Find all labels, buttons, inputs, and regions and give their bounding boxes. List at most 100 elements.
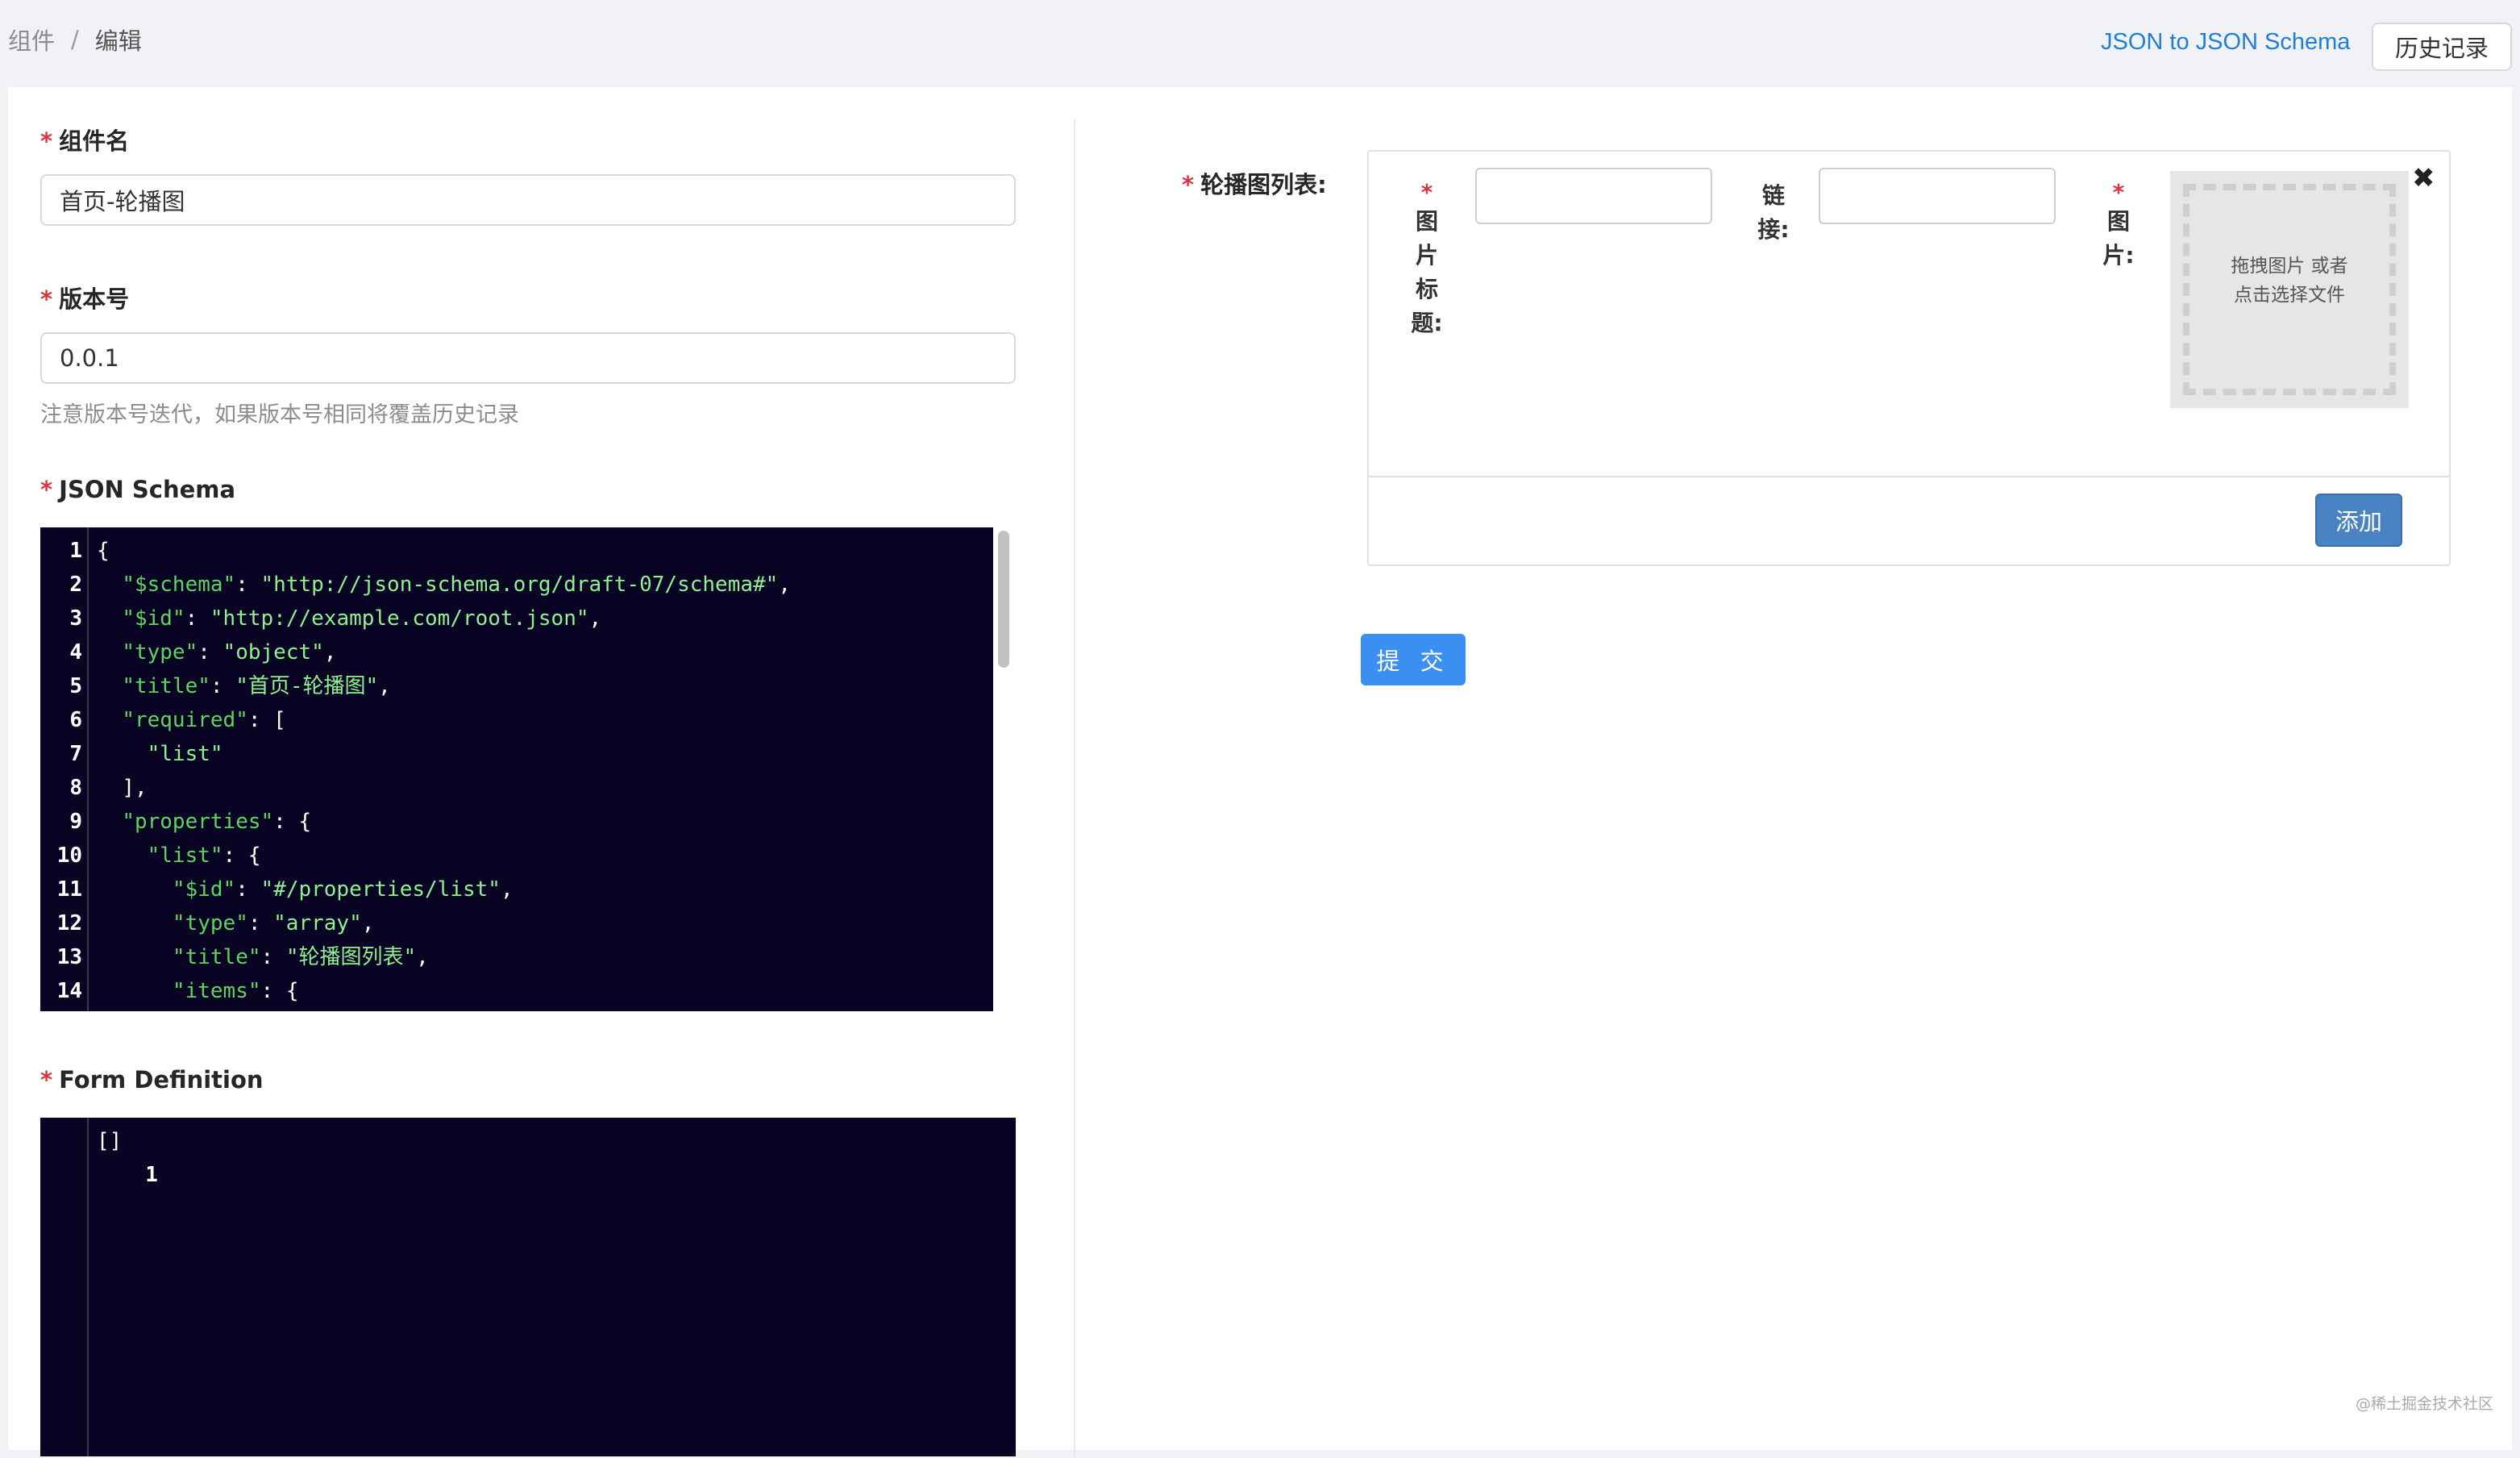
code-colon: : xyxy=(210,674,236,698)
version-input[interactable] xyxy=(40,332,1016,384)
code-punctuation: , xyxy=(361,911,375,935)
breadcrumb-parent[interactable]: 组件 xyxy=(8,23,55,56)
form-definition-editor[interactable]: 1 [] xyxy=(40,1118,1016,1456)
history-button[interactable]: 历史记录 xyxy=(2372,23,2512,71)
add-button[interactable]: 添加 xyxy=(2315,494,2402,547)
line-number: 4 xyxy=(69,640,82,664)
json-schema-editor[interactable]: 1{2 "$schema": "http://json-schema.org/d… xyxy=(40,527,1016,1011)
image-title-label-char: 标 xyxy=(1415,276,1438,302)
image-title-input[interactable] xyxy=(1475,168,1712,224)
code-line: 5 "title": "首页-轮播图", xyxy=(40,669,390,703)
code-value: "object" xyxy=(222,640,324,664)
code-colon: : xyxy=(222,844,248,868)
image-label-char: 图 xyxy=(2106,208,2130,235)
line-number: 6 xyxy=(69,708,82,732)
form-definition-label: * Form Definition xyxy=(40,1066,264,1094)
component-name-label: * 组件名 xyxy=(40,123,129,156)
code-key: "$id" xyxy=(122,606,185,631)
code-punctuation: , xyxy=(323,640,337,664)
dropzone-text-line1: 拖拽图片 或者 xyxy=(2231,256,2348,277)
json-to-schema-link[interactable]: JSON to JSON Schema xyxy=(2101,29,2350,56)
code-text: "list": { xyxy=(97,839,261,873)
code-punctuation: , xyxy=(500,877,514,902)
line-number: 9 xyxy=(69,810,82,834)
code-value: "list" xyxy=(147,742,223,766)
code-text: { xyxy=(97,534,110,568)
code-punctuation: , xyxy=(416,945,429,969)
code-punctuation: , xyxy=(588,606,602,631)
code-key: "$id" xyxy=(172,877,236,902)
required-mark: * xyxy=(40,476,53,503)
line-number: 12 xyxy=(56,911,82,935)
code-line: 9 "properties": { xyxy=(40,805,311,839)
code-punctuation: , xyxy=(778,573,791,597)
code-line: 10 "list": { xyxy=(40,839,261,873)
required-mark: * xyxy=(2112,179,2125,206)
code-colon: : xyxy=(235,877,261,902)
code-line: 7 "list" xyxy=(40,737,222,771)
required-mark: * xyxy=(40,1066,53,1094)
image-title-label-char: 题: xyxy=(1411,310,1443,336)
code-colon: : xyxy=(260,979,286,1003)
json-schema-label-text: JSON Schema xyxy=(59,476,236,503)
code-text: "title": "轮播图列表", xyxy=(97,940,429,974)
code-line: 1 [] xyxy=(40,1124,158,1187)
close-icon[interactable]: ✖ xyxy=(2412,165,2435,192)
code-colon: : xyxy=(247,708,274,732)
code-line: 6 "required": [ xyxy=(40,703,285,737)
main-panel: *组件名 *版本号 注意版本号迭代，如果版本号相同将覆盖历史记录 *JSON S… xyxy=(8,87,2512,1458)
line-number: 8 xyxy=(69,776,82,800)
line-number: 3 xyxy=(69,606,82,631)
version-hint: 注意版本号迭代，如果版本号相同将覆盖历史记录 xyxy=(40,402,519,427)
code-text: "type": "object", xyxy=(97,635,336,669)
code-line: 3 "$id": "http://example.com/root.json", xyxy=(40,602,601,635)
list-box-divider xyxy=(1369,476,2449,477)
code-punctuation: , xyxy=(378,674,391,698)
editor-scrollbar-thumb[interactable] xyxy=(998,531,1009,668)
component-name-label-text: 组件名 xyxy=(59,127,130,155)
code-text: "type": "array", xyxy=(97,906,374,940)
code-key: "title" xyxy=(172,945,261,969)
required-mark: * xyxy=(40,285,53,313)
code-value: "http://example.com/root.json" xyxy=(210,606,589,631)
line-number: 14 xyxy=(56,979,82,1003)
code-punctuation: { xyxy=(97,539,110,563)
dropzone-text-line2: 点击选择文件 xyxy=(2234,285,2345,306)
code-text: ], xyxy=(97,771,147,805)
carousel-list-label: * 轮播图列表: xyxy=(1182,166,1327,200)
component-name-input[interactable] xyxy=(40,174,1016,226)
code-key: "title" xyxy=(122,674,210,698)
line-number: 1 xyxy=(145,1163,158,1187)
dropzone-text: 拖拽图片 或者 点击选择文件 xyxy=(2170,252,2409,310)
code-value: "首页-轮播图" xyxy=(235,674,379,698)
code-key: "type" xyxy=(122,640,198,664)
link-input[interactable] xyxy=(1819,168,2056,224)
code-text: "$schema": "http://json-schema.org/draft… xyxy=(97,568,791,602)
code-line: 1{ xyxy=(40,534,109,568)
code-colon: : xyxy=(198,640,223,664)
json-schema-label: * JSON Schema xyxy=(40,476,235,503)
image-title-label: * 图 片 标 题: xyxy=(1411,181,1443,340)
submit-button[interactable]: 提 交 xyxy=(1361,634,1466,685)
code-punctuation: { xyxy=(298,810,312,834)
line-number: 7 xyxy=(69,742,82,766)
required-mark: * xyxy=(1182,171,1195,198)
watermark: @稀土掘金技术社区 xyxy=(2356,1395,2494,1413)
code-key: "items" xyxy=(172,979,261,1003)
code-line: 12 "type": "array", xyxy=(40,906,375,940)
code-line: 14 "items": { xyxy=(40,974,299,1008)
link-label: 链 接: xyxy=(1757,179,1790,247)
code-key: "required" xyxy=(122,708,248,732)
code-value: "http://json-schema.org/draft-07/schema#… xyxy=(260,573,779,597)
editor-scrollbar[interactable] xyxy=(993,527,1016,1011)
image-upload-dropzone[interactable]: 拖拽图片 或者 点击选择文件 xyxy=(2170,171,2409,408)
code-punctuation: [ xyxy=(273,708,286,732)
code-line: 11 "$id": "#/properties/list", xyxy=(40,873,514,906)
code-text: "required": [ xyxy=(97,703,286,737)
